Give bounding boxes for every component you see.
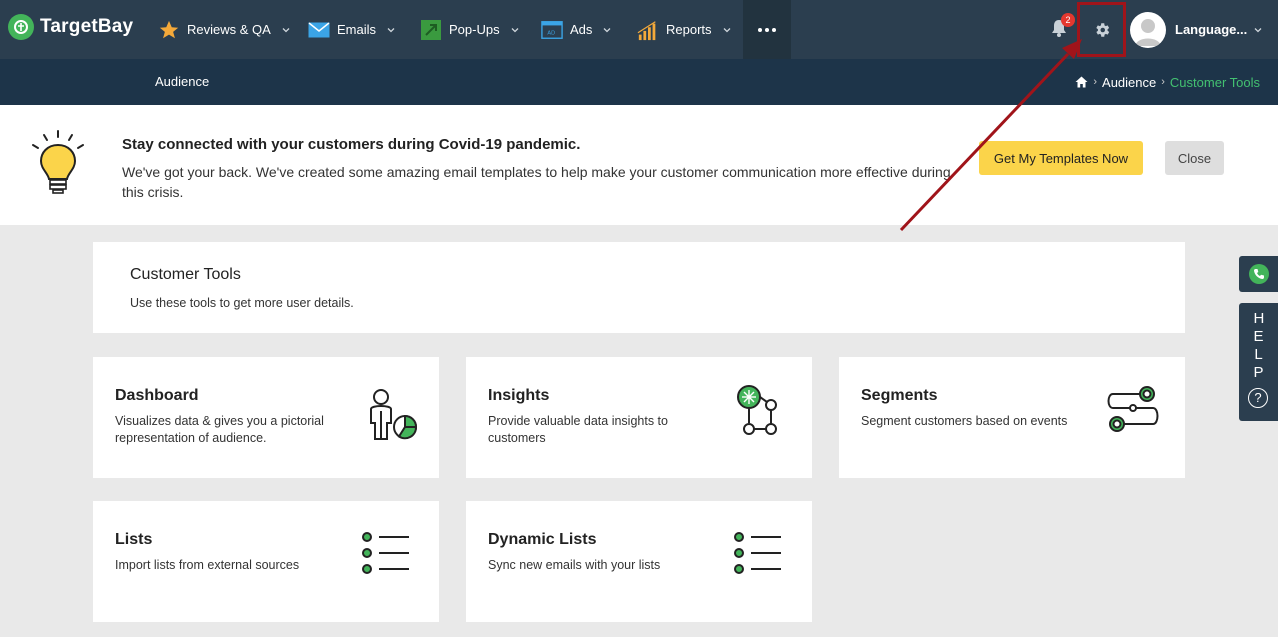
nav-label: Reports xyxy=(666,22,712,37)
star-icon xyxy=(158,19,180,41)
close-banner-button[interactable]: Close xyxy=(1165,141,1224,175)
page-header-card: Customer Tools Use these tools to get mo… xyxy=(93,242,1185,333)
sub-navbar: Audience › Audience › Customer Tools xyxy=(0,59,1278,105)
get-templates-button[interactable]: Get My Templates Now xyxy=(979,141,1143,175)
breadcrumb-separator: › xyxy=(1093,76,1098,88)
breadcrumb-current: Customer Tools xyxy=(1169,74,1260,90)
tool-description: Import lists from external sources xyxy=(115,558,300,572)
tab-audience[interactable]: Audience xyxy=(155,59,209,105)
call-us-button[interactable] xyxy=(1239,256,1278,292)
breadcrumb-separator: › xyxy=(1161,76,1165,88)
tool-card-dashboard[interactable]: Dashboard Visualizes data & gives you a … xyxy=(93,357,439,478)
more-menu-button[interactable] xyxy=(743,0,791,59)
bar-chart-icon xyxy=(637,19,659,41)
tool-card-segments[interactable]: Segments Segment customers based on even… xyxy=(839,357,1185,478)
tool-title: Dynamic Lists xyxy=(488,531,597,548)
chevron-down-icon xyxy=(282,27,290,32)
person-chart-icon xyxy=(370,389,418,440)
user-avatar[interactable] xyxy=(1130,12,1166,48)
logo-icon xyxy=(8,14,34,40)
nav-label: Ads xyxy=(570,22,593,37)
help-label: HELP xyxy=(1239,310,1278,382)
brand-name: TargetBay xyxy=(40,16,134,37)
banner-text: We've got your back. We've created some … xyxy=(122,164,951,200)
breadcrumb-audience[interactable]: Audience xyxy=(1102,75,1156,90)
phone-icon xyxy=(1248,264,1269,284)
lightbulb-icon xyxy=(32,130,84,194)
tool-description: Sync new emails with your lists xyxy=(488,558,661,572)
page-subtitle: Use these tools to get more user details… xyxy=(130,296,354,310)
nav-ads[interactable]: AD Ads xyxy=(541,0,612,59)
chevron-down-icon xyxy=(511,27,519,32)
tool-description: Segment customers based on events xyxy=(861,414,1068,428)
page-title: Customer Tools xyxy=(130,266,241,283)
settings-button[interactable] xyxy=(1077,2,1126,57)
tool-title: Dashboard xyxy=(115,387,199,404)
chevron-down-icon xyxy=(387,27,395,32)
targetbay-logo[interactable]: TargetBay xyxy=(8,14,133,40)
ad-screen-icon: AD xyxy=(541,19,563,41)
chevron-down-icon xyxy=(603,27,611,32)
chevron-down-icon xyxy=(1254,27,1262,32)
home-icon[interactable] xyxy=(1075,76,1088,88)
envelope-icon xyxy=(308,19,330,41)
help-text: HELP xyxy=(1253,310,1265,381)
language-selector[interactable]: Language... xyxy=(1175,0,1263,59)
nav-label: Reviews & QA xyxy=(187,22,271,37)
nav-reports[interactable]: Reports xyxy=(637,0,732,59)
tool-description: Provide valuable data insights to custom… xyxy=(488,414,668,445)
tool-title: Lists xyxy=(115,531,153,548)
tool-description: Visualizes data & gives you a pictorial … xyxy=(115,414,324,445)
banner-title: Stay connected with your customers durin… xyxy=(122,136,581,153)
tool-title: Insights xyxy=(488,387,550,404)
nav-reviews-qa[interactable]: Reviews & QA xyxy=(158,0,291,59)
language-label: Language... xyxy=(1175,22,1248,37)
gear-icon xyxy=(1095,22,1109,37)
help-widget[interactable]: HELP ? xyxy=(1239,303,1278,421)
notification-count-badge: 2 xyxy=(1061,13,1075,27)
list-icon xyxy=(362,532,409,574)
top-navbar: TargetBay Reviews & QA Emails Pop-Ups AD… xyxy=(0,0,1278,59)
list-icon xyxy=(734,532,781,574)
segment-path-icon xyxy=(1107,386,1159,432)
nav-emails[interactable]: Emails xyxy=(308,0,396,59)
network-nodes-icon xyxy=(737,385,777,435)
nav-popups[interactable]: Pop-Ups xyxy=(420,0,520,59)
chevron-down-icon xyxy=(723,27,730,32)
svg-text:AD: AD xyxy=(547,30,555,36)
nav-label: Emails xyxy=(337,22,377,37)
nav-label: Pop-Ups xyxy=(449,22,500,37)
tool-card-dynamic-lists[interactable]: Dynamic Lists Sync new emails with your … xyxy=(466,501,812,622)
popup-arrow-icon xyxy=(420,19,442,41)
tool-card-insights[interactable]: Insights Provide valuable data insights … xyxy=(466,357,812,478)
announcement-banner: Stay connected with your customers durin… xyxy=(0,105,1278,225)
breadcrumb: › Audience › Customer Tools xyxy=(1075,59,1260,105)
question-icon: ? xyxy=(1248,388,1268,408)
tool-title: Segments xyxy=(861,387,938,404)
more-dots-icon xyxy=(758,27,776,32)
tool-card-lists[interactable]: Lists Import lists from external sources xyxy=(93,501,439,622)
